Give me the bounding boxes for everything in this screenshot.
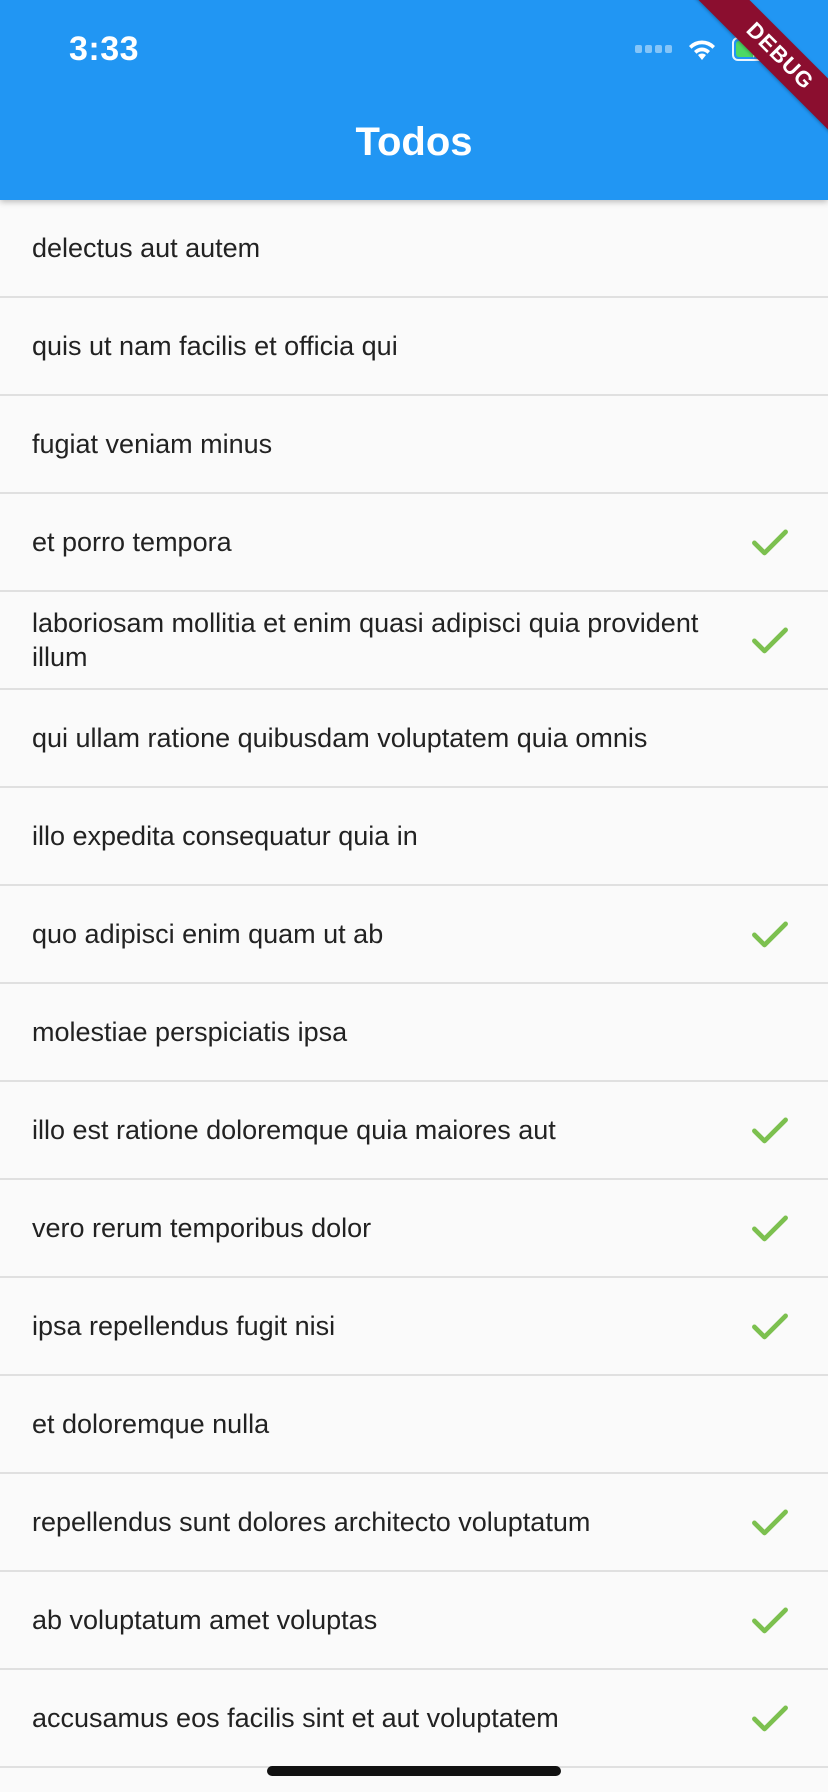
wifi-icon xyxy=(689,40,715,60)
status-time: 3:33 xyxy=(69,30,140,68)
todo-title: vero rerum temporibus dolor xyxy=(32,1213,372,1243)
todo-title: ab voluptatum amet voluptas xyxy=(32,1605,378,1635)
todo-list-item[interactable]: ab voluptatum amet voluptas xyxy=(0,1572,828,1670)
home-indicator[interactable] xyxy=(267,1766,561,1776)
todo-title: illo est ratione doloremque quia maiores… xyxy=(32,1115,556,1145)
todo-title: qui ullam ratione quibusdam voluptatem q… xyxy=(32,723,648,753)
todo-title: illo expedita consequatur quia in xyxy=(32,821,418,851)
todo-list-item[interactable]: laboriosam mollitia et enim quasi adipis… xyxy=(0,592,828,690)
check-icon xyxy=(752,1705,788,1732)
check-icon xyxy=(752,529,788,556)
check-icon xyxy=(752,1607,788,1634)
todo-title: molestiae perspiciatis ipsa xyxy=(32,1017,348,1047)
todo-title: et porro tempora xyxy=(32,527,232,557)
todo-title: delectus aut autem xyxy=(32,233,261,263)
todo-title: accusamus eos facilis sint et aut volupt… xyxy=(32,1703,559,1733)
todo-title: quis ut nam facilis et officia qui xyxy=(32,331,398,361)
todo-list-item[interactable]: et porro tempora xyxy=(0,494,828,592)
check-icon xyxy=(752,1215,788,1242)
todo-list-item[interactable]: illo est ratione doloremque quia maiores… xyxy=(0,1082,828,1180)
todo-list-item[interactable]: accusamus eos facilis sint et aut volupt… xyxy=(0,1670,828,1768)
todo-title: et doloremque nulla xyxy=(32,1409,270,1439)
todo-title: ipsa repellendus fugit nisi xyxy=(32,1311,336,1341)
todo-list-item[interactable]: ipsa repellendus fugit nisi xyxy=(0,1278,828,1376)
todo-list-item[interactable]: delectus aut autem xyxy=(0,200,828,298)
todo-title: quo adipisci enim quam ut ab xyxy=(32,919,384,949)
app-bar: 3:33 Todos xyxy=(0,0,828,200)
todo-list-item[interactable]: qui ullam ratione quibusdam voluptatem q… xyxy=(0,690,828,788)
check-icon xyxy=(752,1509,788,1536)
todo-list-item[interactable]: repellendus sunt dolores architecto volu… xyxy=(0,1474,828,1572)
todo-title: laboriosam mollitia et enim quasi adipis… xyxy=(32,608,699,672)
todos-screen: 3:33 Todos DEBUG delectus aut autem quis … xyxy=(0,0,828,1792)
todo-title: repellendus sunt dolores architecto volu… xyxy=(32,1507,591,1537)
page-title: Todos xyxy=(355,120,473,164)
todo-list-item[interactable]: et doloremque nulla xyxy=(0,1376,828,1474)
todo-title: fugiat veniam minus xyxy=(32,429,273,459)
check-icon xyxy=(752,627,788,654)
check-icon xyxy=(752,921,788,948)
todo-list-item[interactable]: vero rerum temporibus dolor xyxy=(0,1180,828,1278)
todo-list-item[interactable]: quis ut nam facilis et officia qui xyxy=(0,298,828,396)
cellular-signal-icon xyxy=(635,45,672,53)
todo-list-item[interactable]: quo adipisci enim quam ut ab xyxy=(0,886,828,984)
check-icon xyxy=(752,1117,788,1144)
todo-list-item[interactable]: illo expedita consequatur quia in xyxy=(0,788,828,886)
todo-list-item[interactable]: fugiat veniam minus xyxy=(0,396,828,494)
todo-list-item[interactable]: molestiae perspiciatis ipsa xyxy=(0,984,828,1082)
todo-list: delectus aut autem quis ut nam facilis et… xyxy=(0,200,828,1768)
check-icon xyxy=(752,1313,788,1340)
